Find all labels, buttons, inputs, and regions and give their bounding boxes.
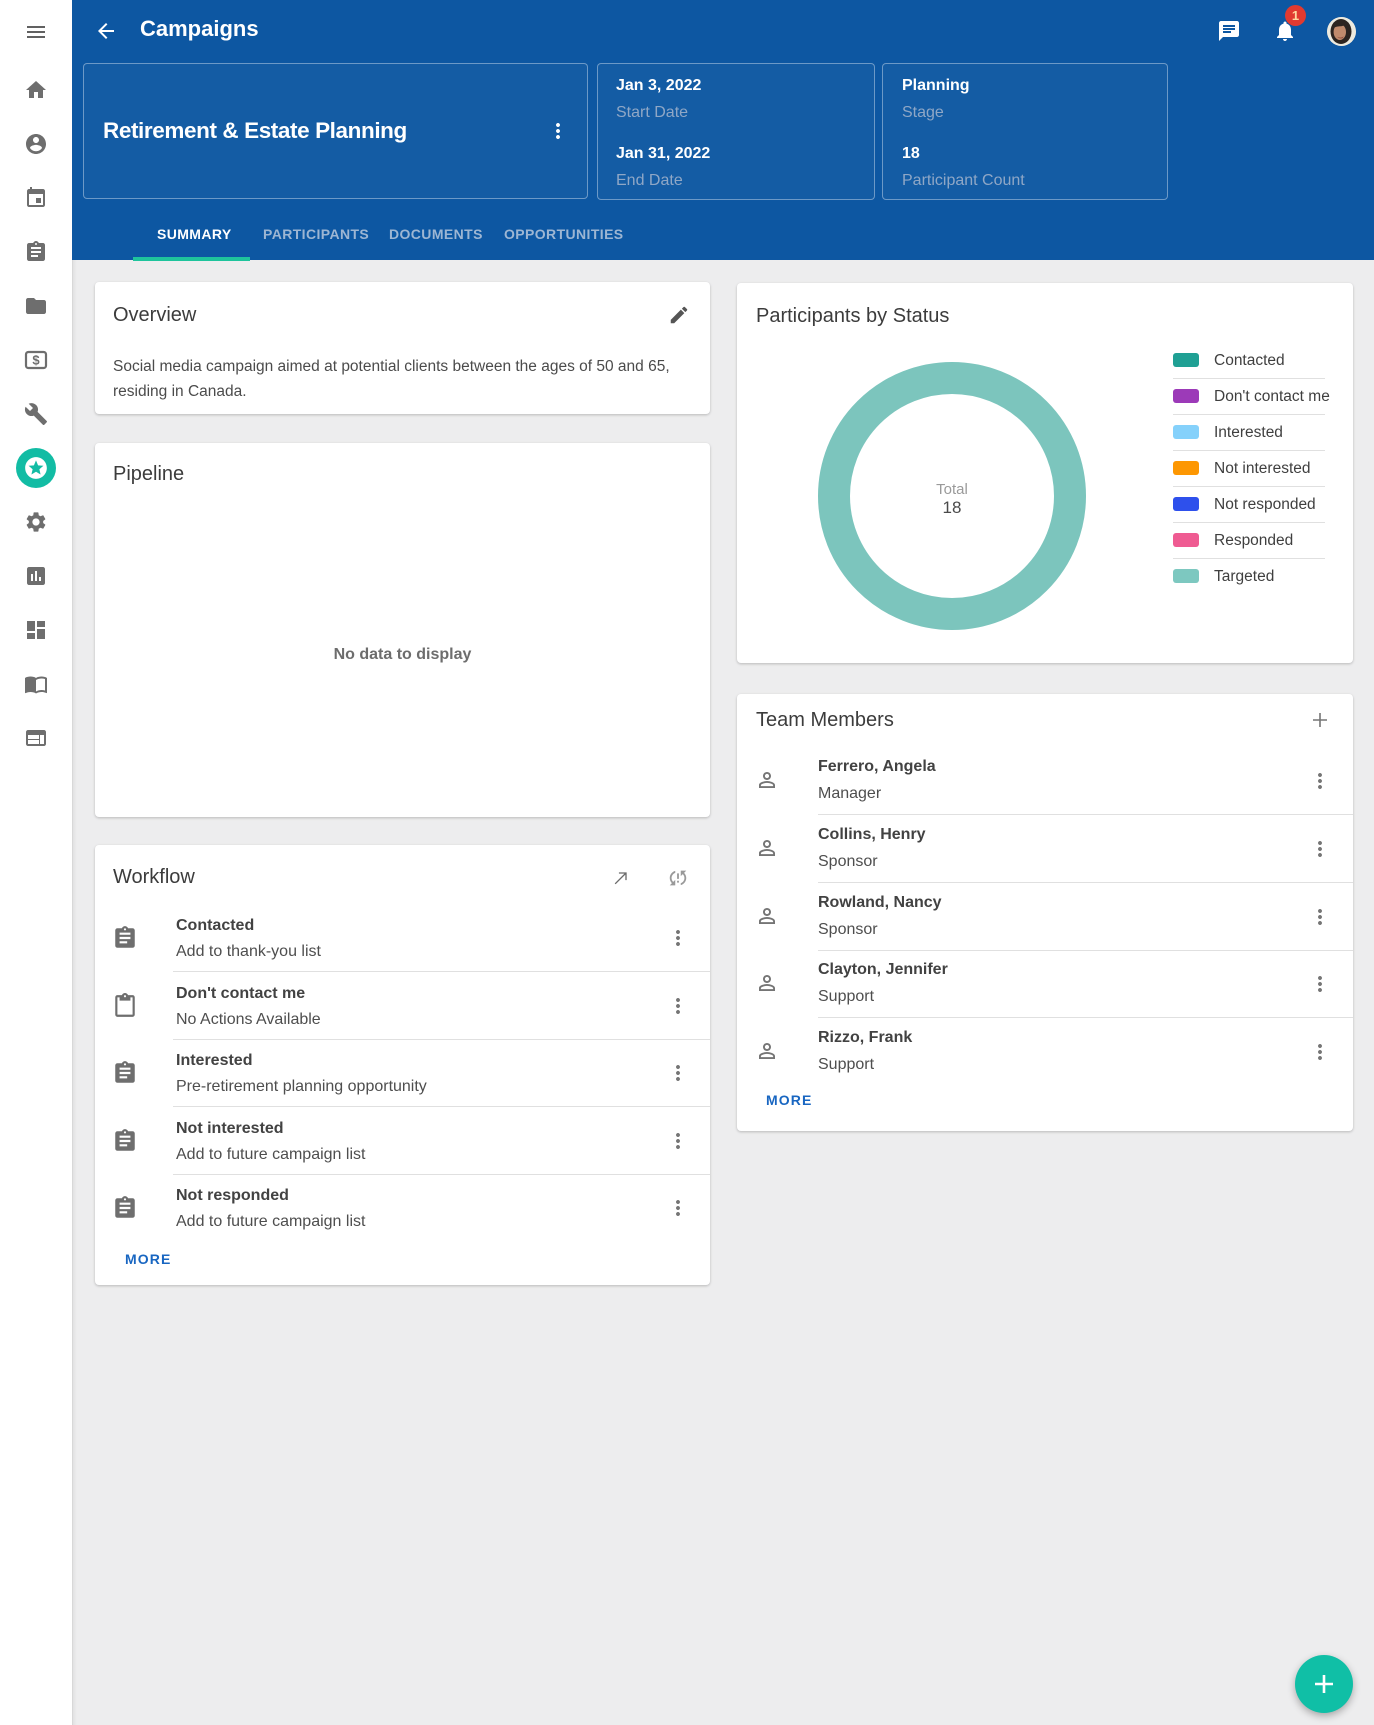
svg-text:$: $ [32, 352, 40, 367]
